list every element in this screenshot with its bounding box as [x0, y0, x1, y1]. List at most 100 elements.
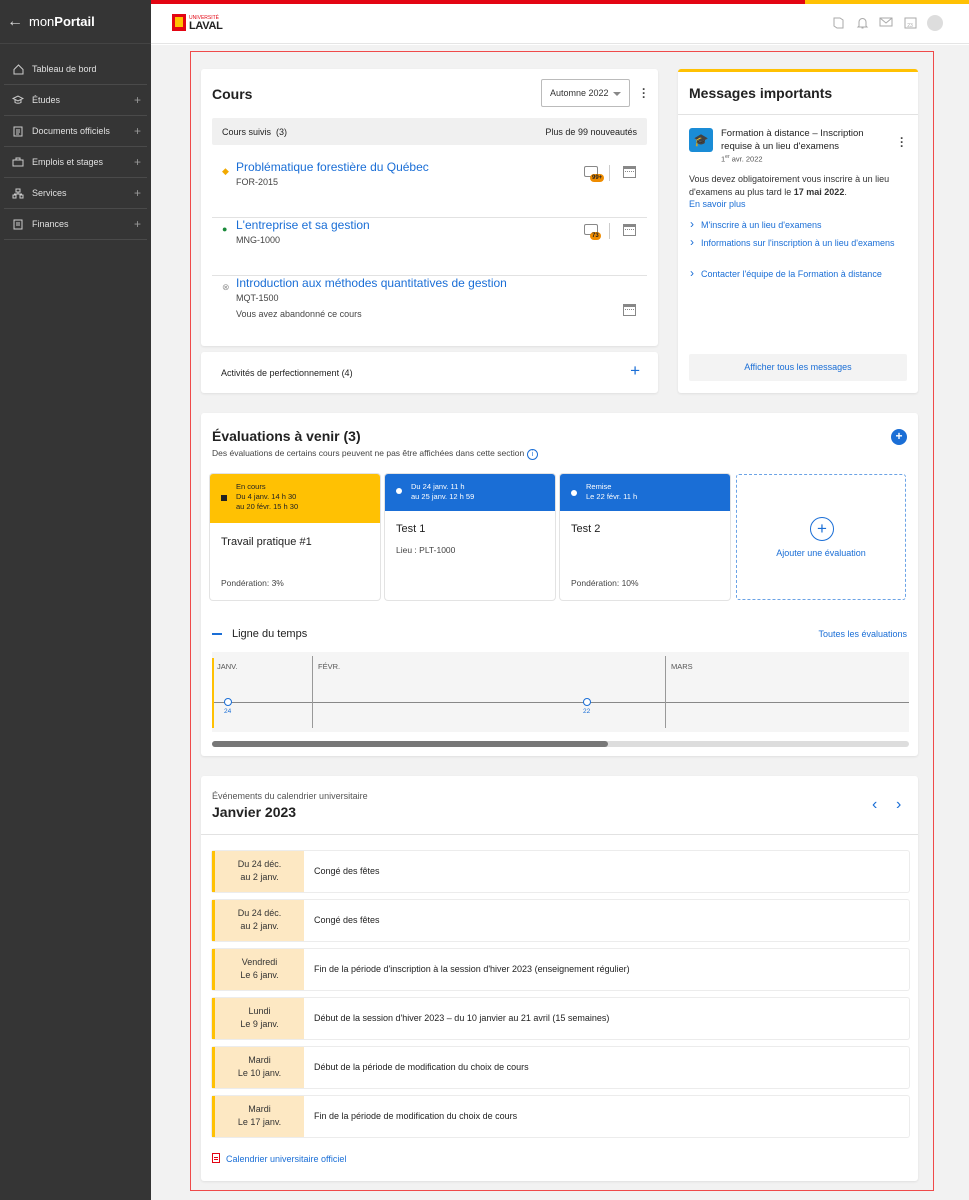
calendar-event-row[interactable]: Vendredi Le 6 janv. Fin de la période d'in…	[212, 949, 909, 990]
sidebar-item-finances[interactable]: Finances +	[4, 209, 147, 240]
toutes-evaluations-link[interactable]: Toutes les évaluations	[818, 629, 907, 639]
event-date: Vendredi Le 6 janv.	[212, 949, 304, 990]
course-name-link[interactable]: Introduction aux méthodes quantitatives …	[236, 276, 507, 290]
en-savoir-plus-link[interactable]: En savoir plus	[689, 199, 746, 209]
info-icon[interactable]: i	[527, 449, 539, 460]
universite-laval-logo[interactable]: UNIVERSITÉ LAVAL	[172, 14, 223, 31]
sidebar-item-emplois-et-stages[interactable]: Emplois et stages +	[4, 147, 147, 178]
evaluation-date-line: au 20 févr. 15 h 30	[236, 502, 299, 511]
evaluation-title: Test 2	[571, 523, 601, 535]
messages-accent-bar	[678, 69, 918, 72]
add-evaluation-label: Ajouter une évaluation	[776, 548, 866, 558]
calendar-icon[interactable]	[623, 166, 636, 178]
chevron-right-icon[interactable]: ›	[896, 796, 901, 814]
event-date: Du 24 déc. au 2 janv.	[212, 851, 304, 892]
evaluation-date-line: au 25 janv. 12 h 59	[411, 492, 475, 501]
evaluation-date-line: Du 24 janv. 11 h	[411, 482, 465, 491]
course-note: Vous avez abandonné ce cours	[236, 309, 362, 319]
sidebar-item-label: Documents officiels	[32, 126, 110, 136]
plus-icon[interactable]: +	[630, 361, 640, 381]
sidebar-item-tableau-de-bord[interactable]: Tableau de bord	[4, 54, 147, 85]
brand-stripe-gold	[805, 0, 969, 4]
link-informations-inscription[interactable]: Informations sur l'inscription à un lieu…	[689, 236, 911, 250]
event-label: Fin de la période d'inscription à la ses…	[314, 964, 630, 974]
expand-plus-icon[interactable]: +	[134, 93, 141, 107]
event-label: Congé des fêtes	[314, 866, 380, 876]
mail-icon[interactable]	[879, 16, 893, 30]
unread-badge: 73	[590, 232, 601, 240]
timeline-scrollbar[interactable]	[212, 741, 909, 747]
evaluation-card[interactable]: En cours Du 4 janv. 14 h 30 au 20 févr. 15…	[210, 474, 380, 600]
timeline-toggle[interactable]: Ligne du temps	[212, 628, 307, 640]
course-item: ● L'entreprise et sa gestion MNG-1000 73	[212, 218, 647, 276]
timeline-event-marker[interactable]	[583, 698, 591, 706]
link-inscrire-lieu[interactable]: M'inscrire à un lieu d'examens	[689, 218, 911, 232]
expand-plus-icon[interactable]: +	[134, 217, 141, 231]
divider	[678, 114, 918, 115]
course-status-icon: ◆	[222, 166, 229, 176]
calendar-event-row[interactable]: Lundi Le 9 janv. Début de la session d'hiv…	[212, 998, 909, 1039]
sidebar-item-services[interactable]: Services +	[4, 178, 147, 209]
course-status-icon: ●	[222, 224, 228, 234]
sidebar-header: ← monPortail	[0, 0, 151, 44]
calendar-icon[interactable]	[623, 224, 636, 236]
course-name-link[interactable]: Problématique forestière du Québec	[236, 160, 429, 174]
activites-card[interactable]: Activités de perfectionnement (4) +	[201, 352, 658, 393]
month-label: MARS	[671, 662, 693, 671]
evaluation-card[interactable]: Du 24 janv. 11 h au 25 janv. 12 h 59 Test …	[385, 474, 555, 600]
calendar-event-row[interactable]: Mardi Le 17 janv. Fin de la période de mod…	[212, 1096, 909, 1137]
home-icon	[12, 63, 24, 75]
avatar[interactable]	[927, 15, 943, 31]
sidebar-item-etudes[interactable]: Études +	[4, 85, 147, 116]
sidebar-item-label: Études	[32, 95, 61, 105]
afficher-tous-messages-button[interactable]: Afficher tous les messages	[689, 354, 907, 381]
message-title[interactable]: Formation à distance – Inscription requi…	[721, 127, 881, 153]
expand-plus-icon[interactable]: +	[134, 186, 141, 200]
brand-stripe-red	[151, 0, 805, 4]
course-item: ◆ Problématique forestière du Québec FOR-2…	[212, 160, 647, 218]
calendar-event-row[interactable]: Du 24 déc. au 2 janv. Congé des fêtes	[212, 851, 909, 892]
calendrier-subtitle: Événements du calendrier universitaire	[212, 791, 368, 801]
evaluation-date-header: Remise Le 22 févr. 11 h	[560, 474, 730, 511]
scrollbar-thumb[interactable]	[212, 741, 608, 747]
book-icon[interactable]	[831, 16, 845, 30]
expand-plus-icon[interactable]: +	[134, 124, 141, 138]
calendar-event-row[interactable]: Du 24 déc. au 2 janv. Congé des fêtes	[212, 900, 909, 941]
sidebar-item-label: Tableau de bord	[32, 64, 97, 74]
chevron-left-icon[interactable]: ‹	[872, 796, 877, 814]
bell-icon[interactable]	[855, 16, 869, 30]
course-code: MNG-1000	[236, 235, 281, 245]
sidebar-item-documents-officiels[interactable]: Documents officiels +	[4, 116, 147, 147]
course-name-link[interactable]: L'entreprise et sa gestion	[236, 218, 370, 232]
marker-day-label: 22	[583, 708, 591, 715]
calendrier-month-title: Janvier 2023	[212, 804, 297, 820]
calendar-icon[interactable]	[623, 304, 636, 316]
calendar-icon[interactable]: 23	[903, 16, 917, 30]
evaluation-date-header: En cours Du 4 janv. 14 h 30 au 20 févr. 15…	[210, 474, 380, 523]
calendrier-officiel-link[interactable]: Calendrier universitaire officiel	[212, 1153, 346, 1164]
app-logo[interactable]: monPortail	[29, 14, 95, 29]
calendrier-card: Événements du calendrier universitaire J…	[201, 776, 918, 1181]
evaluation-detail: Pondération: 10%	[571, 578, 639, 588]
evaluation-date-header: Du 24 janv. 11 h au 25 janv. 12 h 59	[385, 474, 555, 511]
add-evaluation-icon[interactable]: +	[891, 429, 907, 445]
timeline[interactable]: JANV. FÉVR. MARS 24 22	[212, 652, 909, 732]
evaluation-title: Travail pratique #1	[221, 536, 312, 548]
session-select[interactable]: Automne 2022	[541, 79, 630, 107]
cours-suivis-bar: Cours suivis (3) Plus de 99 nouveautés	[212, 118, 647, 145]
expand-plus-icon[interactable]: +	[134, 155, 141, 169]
link-contacter-equipe[interactable]: Contacter l'équipe de la Formation à dis…	[689, 267, 911, 281]
evaluation-card[interactable]: Remise Le 22 févr. 11 h Test 2 Pondération:…	[560, 474, 730, 600]
cours-suivis-count: (3)	[276, 127, 288, 137]
evaluations-title: Évaluations à venir (3)	[212, 428, 361, 444]
add-evaluation-card[interactable]: + Ajouter une évaluation	[736, 474, 906, 600]
kebab-menu-icon[interactable]: · · ·	[899, 132, 905, 152]
arrow-left-icon[interactable]: ←	[7, 13, 23, 31]
timeline-axis	[212, 702, 909, 703]
evaluation-date-line: Du 4 janv. 14 h 30	[236, 492, 297, 501]
sidebar: ← monPortail Tableau de bord Études + Docum…	[0, 0, 151, 1200]
timeline-event-marker[interactable]	[224, 698, 232, 706]
kebab-menu-icon[interactable]: · · ·	[641, 83, 647, 103]
calendar-event-row[interactable]: Mardi Le 10 janv. Début de la période de m…	[212, 1047, 909, 1088]
course-code: MQT-1500	[236, 293, 279, 303]
